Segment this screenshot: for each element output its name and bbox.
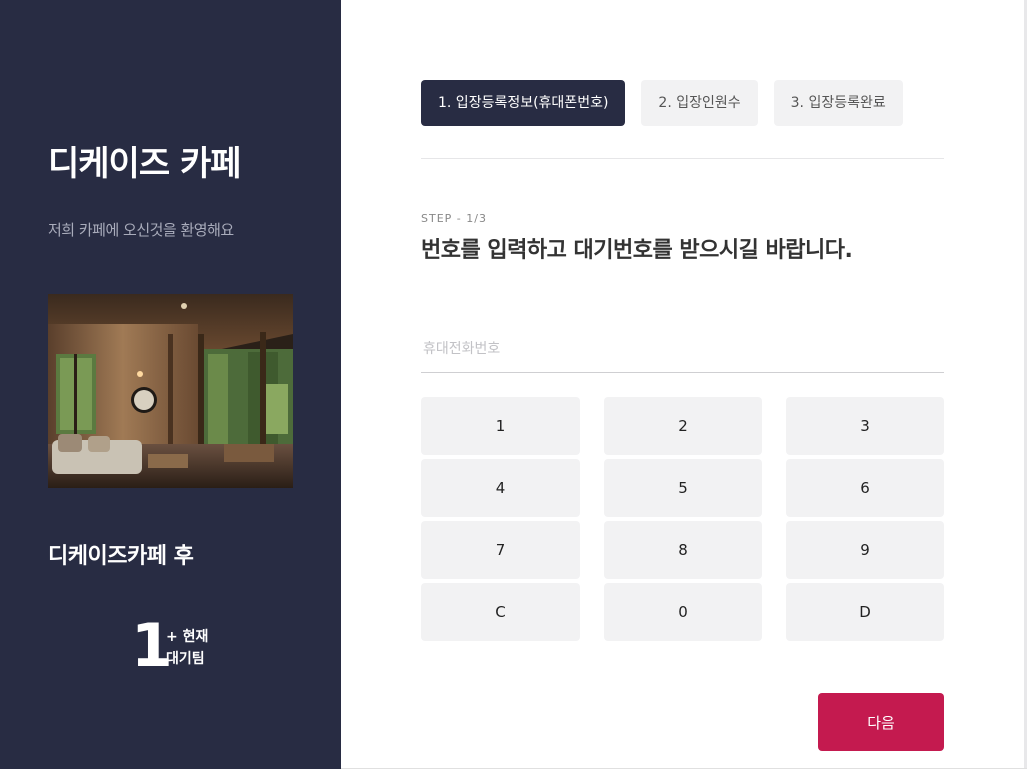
queue-label: + 현재 대기팀 — [166, 626, 208, 670]
key-9[interactable]: 9 — [786, 521, 944, 579]
key-3[interactable]: 3 — [786, 397, 944, 455]
key-6[interactable]: 6 — [786, 459, 944, 517]
key-8[interactable]: 8 — [604, 521, 762, 579]
key-4[interactable]: 4 — [421, 459, 580, 517]
page-headline: 번호를 입력하고 대기번호를 받으시길 바랍니다. — [421, 238, 853, 263]
app: 디케이즈 카페 저희 카페에 오신것을 환영해요 디케이즈카페 후 1 + 현재… — [0, 0, 1027, 769]
key-0[interactable]: 0 — [604, 583, 762, 641]
sidebar: 디케이즈 카페 저희 카페에 오신것을 환영해요 디케이즈카페 후 1 + 현재… — [0, 0, 341, 769]
key-1[interactable]: 1 — [421, 397, 580, 455]
key-5[interactable]: 5 — [604, 459, 762, 517]
key-7[interactable]: 7 — [421, 521, 580, 579]
queue-label-line1: + 현재 — [166, 629, 209, 645]
cafe-subtitle: 저희 카페에 오신것을 환영해요 — [48, 221, 234, 239]
keypad: 1 2 3 4 5 6 7 8 9 C 0 D — [421, 397, 944, 641]
divider — [421, 158, 944, 159]
cafe-photo-image — [48, 294, 293, 488]
key-clear[interactable]: C — [421, 583, 580, 641]
tab-step-3[interactable]: 3. 입장등록완료 — [773, 80, 903, 126]
cafe-title: 디케이즈 카페 — [48, 144, 242, 184]
cafe-photo — [48, 294, 293, 488]
step-indicator: STEP - 1/3 — [421, 212, 487, 225]
key-2[interactable]: 2 — [604, 397, 762, 455]
tab-step-2[interactable]: 2. 입장인원수 — [641, 80, 758, 126]
queue-title: 디케이즈카페 후 — [48, 544, 194, 569]
main-content: 1. 입장등록정보(휴대폰번호) 2. 입장인원수 3. 입장등록완료 STEP… — [341, 0, 1027, 769]
step-tabs: 1. 입장등록정보(휴대폰번호) 2. 입장인원수 3. 입장등록완료 — [421, 80, 903, 126]
phone-input[interactable] — [421, 326, 944, 373]
next-button[interactable]: 다음 — [818, 693, 944, 751]
tab-step-1[interactable]: 1. 입장등록정보(휴대폰번호) — [421, 80, 626, 126]
queue-label-line2: 대기팀 — [166, 651, 205, 667]
key-delete[interactable]: D — [786, 583, 944, 641]
